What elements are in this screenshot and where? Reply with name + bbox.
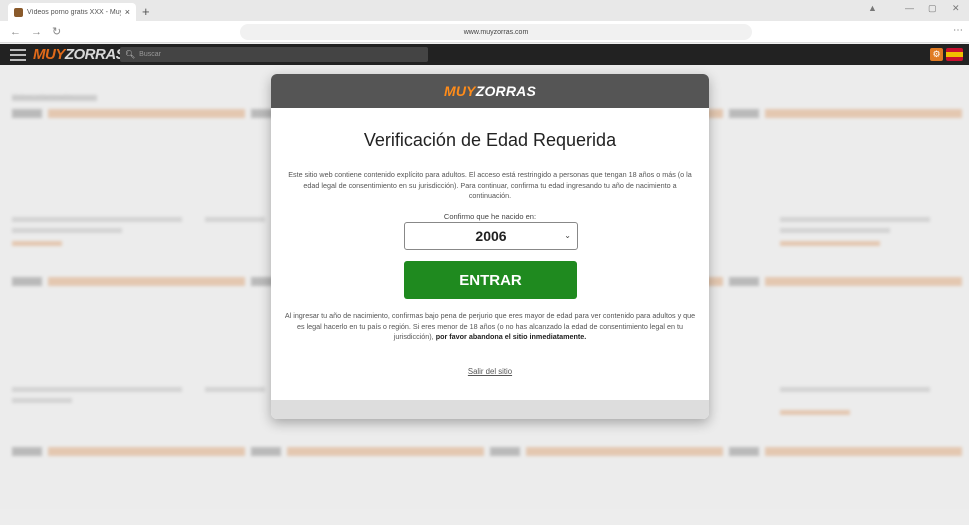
- birth-year-label: Confirmo que he nacido en:: [443, 212, 537, 221]
- age-verification-modal: MUYZORRAS Verificación de Edad Requerida…: [271, 74, 709, 419]
- modal-description: Este sitio web contiene contenido explíc…: [288, 170, 692, 200]
- search-icon: 🔍︎: [125, 50, 136, 59]
- chevron-down-icon: ⌄: [564, 231, 571, 240]
- maximize-icon[interactable]: ▢: [928, 3, 937, 14]
- forward-icon[interactable]: →: [31, 26, 42, 38]
- close-window-icon[interactable]: ✕: [952, 3, 960, 14]
- modal-logo: MUYZORRAS: [443, 83, 537, 99]
- site-header: MUYZORRAS 🔍︎ Buscar ⚙: [0, 44, 969, 65]
- more-icon[interactable]: ⋯: [953, 25, 963, 36]
- modal-header: MUYZORRAS: [271, 74, 709, 108]
- birth-year-select[interactable]: 2006 ⌄: [404, 222, 578, 250]
- reload-icon[interactable]: ↻: [52, 25, 61, 38]
- modal-title: Verificación de Edad Requerida: [363, 130, 617, 150]
- legal-notice: Al ingresar tu año de nacimiento, confir…: [284, 311, 696, 341]
- search-input[interactable]: 🔍︎ Buscar: [120, 47, 428, 62]
- favicon-icon: [14, 7, 23, 17]
- selected-year: 2006: [475, 228, 507, 244]
- browser-toolbar: ← → ↻ ! www.muyzorras.com ⋯: [0, 21, 969, 43]
- new-tab-icon[interactable]: +: [142, 4, 150, 19]
- minimize-icon[interactable]: —: [905, 3, 914, 13]
- url-text: www.muyzorras.com: [463, 28, 529, 36]
- tab-close-icon[interactable]: ×: [125, 7, 130, 17]
- settings-gear-icon[interactable]: ⚙: [930, 48, 943, 61]
- legal-notice-bold: por favor abandona el sitio inmediatamen…: [435, 332, 587, 341]
- enter-button[interactable]: ENTRAR: [404, 261, 577, 299]
- language-flag-icon[interactable]: [946, 48, 963, 61]
- search-placeholder: Buscar: [139, 51, 161, 58]
- tab-title: Vídeos porno gratis XXX - MuyZorras: [27, 8, 121, 16]
- extension-icon[interactable]: ▲: [868, 3, 877, 13]
- address-bar[interactable]: www.muyzorras.com: [240, 24, 752, 40]
- back-icon[interactable]: ←: [10, 26, 21, 38]
- exit-site-link[interactable]: Salir del sitio: [271, 367, 709, 376]
- browser-tab[interactable]: Vídeos porno gratis XXX - MuyZorras ×: [8, 3, 136, 21]
- browser-tabbar: Vídeos porno gratis XXX - MuyZorras × + …: [0, 0, 969, 21]
- hamburger-menu-icon[interactable]: [10, 48, 26, 61]
- modal-footer: [271, 400, 709, 419]
- site-logo[interactable]: MUYZORRAS: [33, 46, 126, 63]
